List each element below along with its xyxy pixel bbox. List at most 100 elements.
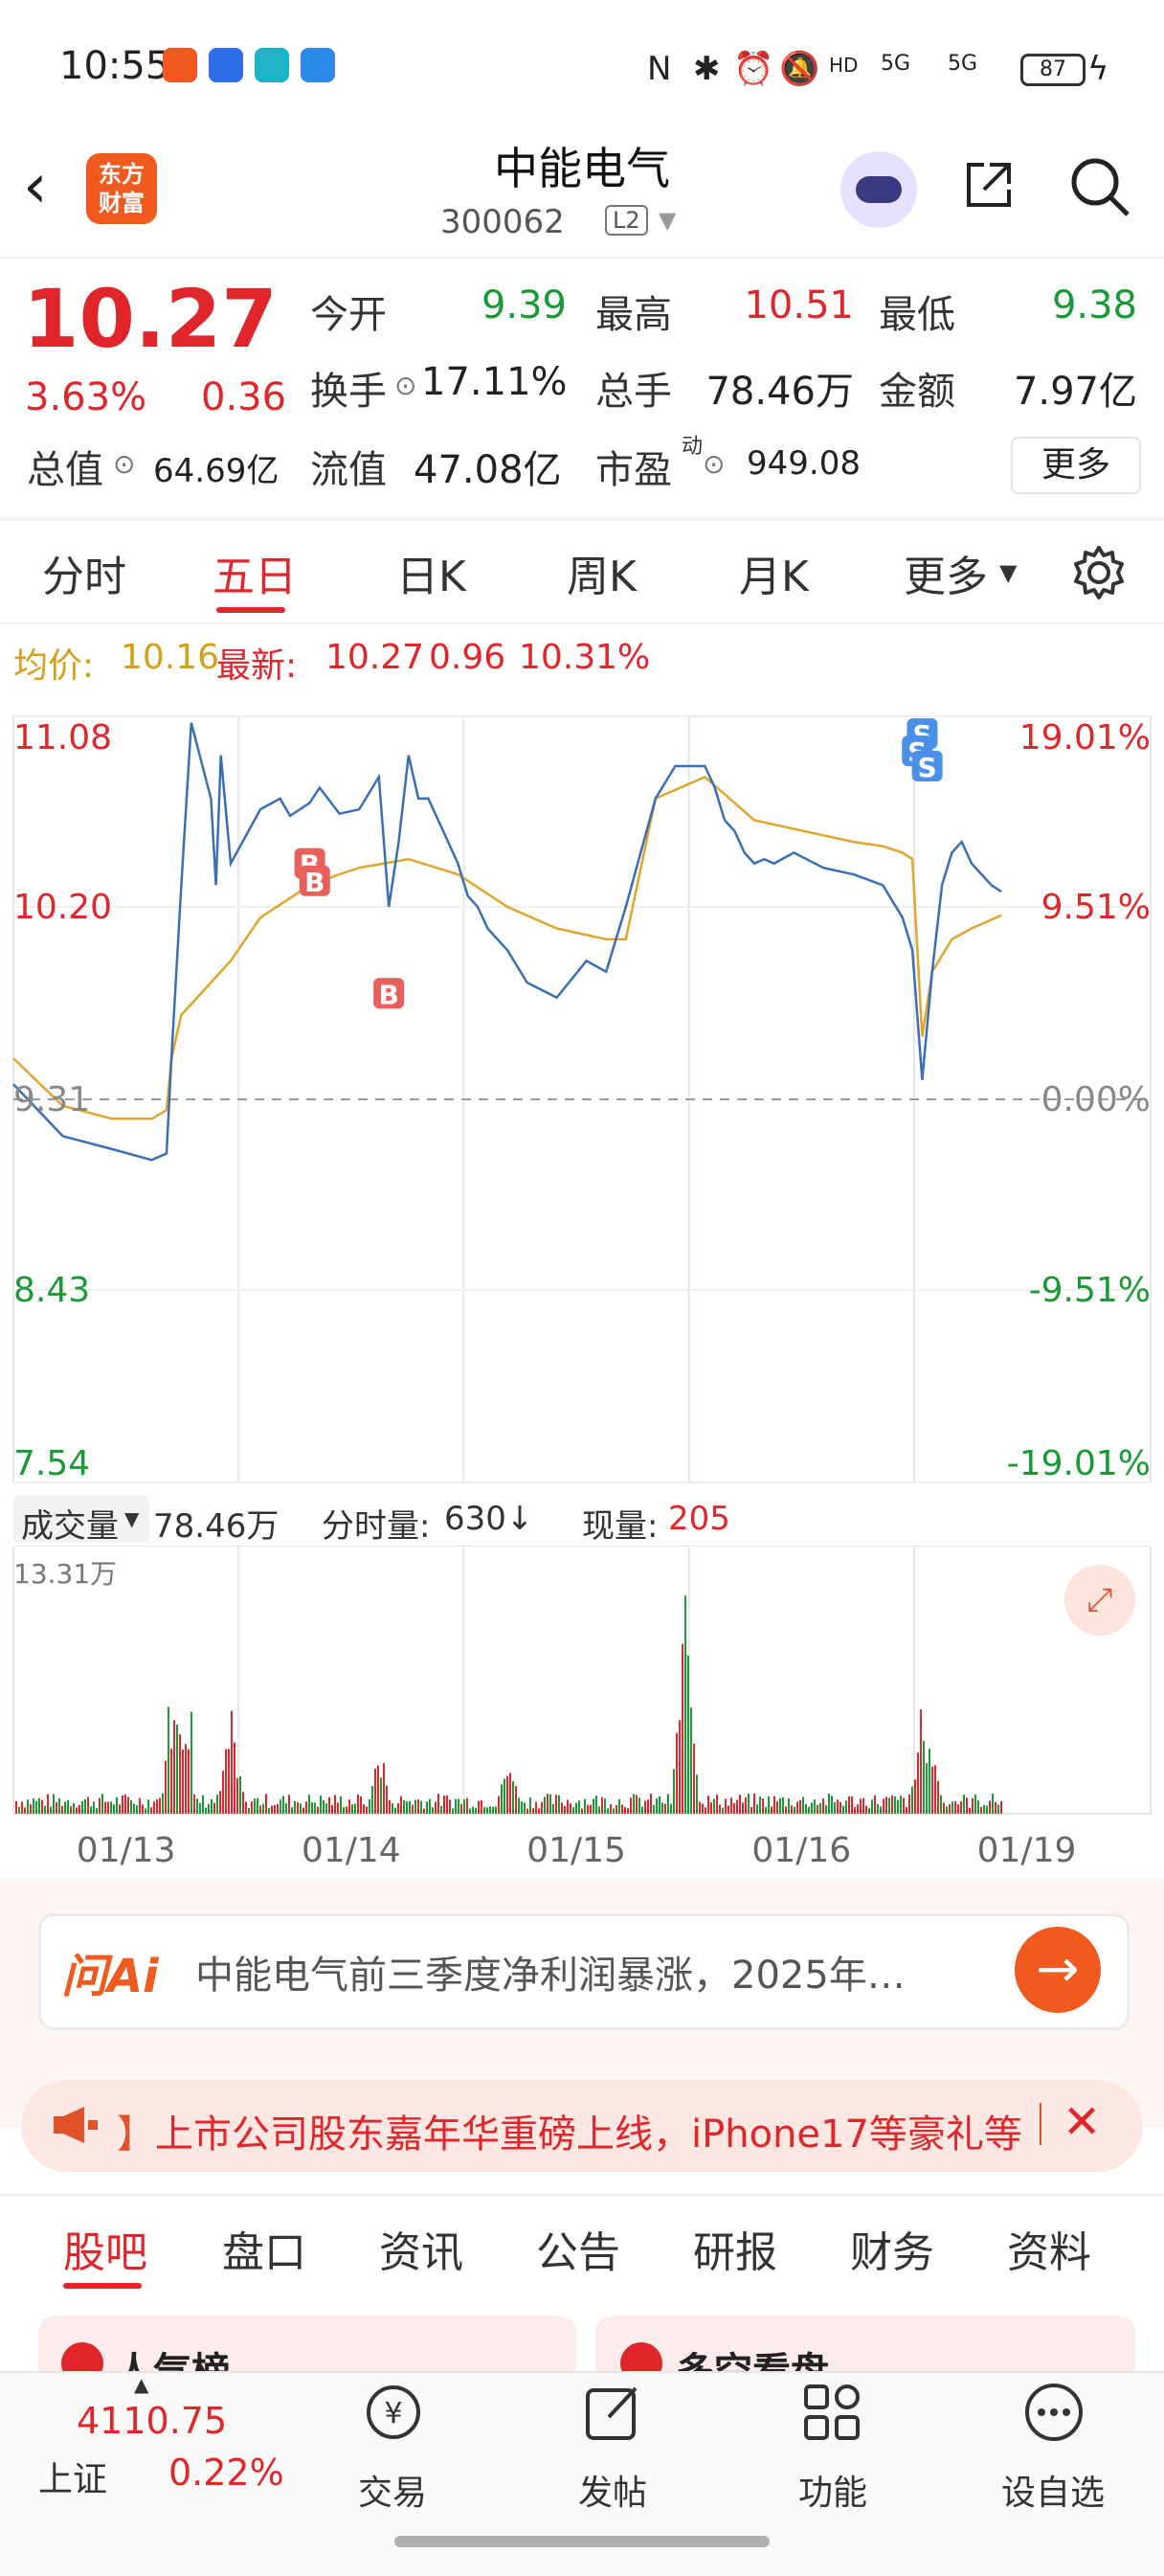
volume-bar [667, 1794, 669, 1814]
tab-research[interactable]: 研报 [693, 2218, 777, 2279]
volume-bar [549, 1794, 551, 1814]
home-indicator[interactable] [394, 2536, 770, 2547]
tab-forum[interactable]: 股吧 [63, 2218, 147, 2279]
trade-icon[interactable]: ¥ [360, 2379, 427, 2446]
volume-bar [969, 1807, 971, 1814]
tab-five-day[interactable]: 五日 [213, 542, 297, 603]
volume-bar [920, 1708, 922, 1814]
volume-bar [773, 1796, 775, 1814]
gear-icon[interactable] [1070, 544, 1128, 601]
volume-chart[interactable]: 01/13 01/14 01/15 01/16 01/19 [0, 1546, 1164, 1881]
divider [0, 517, 1164, 521]
volume-bar [753, 1793, 755, 1814]
volume-bar [710, 1802, 712, 1814]
volume-bar [136, 1805, 138, 1814]
chevron-down-icon[interactable]: ▼ [659, 207, 676, 234]
x-tick-label: 01/16 [751, 1831, 851, 1870]
y-tick-left: 10.20 [13, 888, 112, 927]
mute-icon: 🔕 [779, 50, 820, 88]
volume-bar [366, 1806, 368, 1814]
search-icon[interactable] [1068, 155, 1131, 218]
nav-functions[interactable]: 功能 [756, 2465, 909, 2515]
info-icon[interactable]: ⊙ [703, 448, 725, 480]
info-icon[interactable]: ⊙ [394, 370, 416, 401]
volume-bar [110, 1801, 112, 1814]
tab-profile[interactable]: 资料 [1007, 2218, 1091, 2279]
volume-bar [380, 1777, 382, 1814]
info-icon[interactable]: ⊙ [113, 448, 135, 480]
volume-bar [208, 1803, 210, 1814]
trade-marker-label: S [918, 752, 937, 783]
more-dots-icon[interactable] [1020, 2379, 1087, 2446]
close-icon[interactable]: ✕ [1063, 2095, 1101, 2149]
nav-trade[interactable]: 交易 [316, 2465, 469, 2515]
volume-bar [756, 1804, 758, 1814]
volume-bar [854, 1807, 856, 1814]
turnover-value: 17.11% [421, 360, 568, 404]
tab-monthly-k[interactable]: 月K [739, 542, 809, 603]
volume-bar [294, 1800, 296, 1814]
tab-order-book[interactable]: 盘口 [222, 2218, 306, 2279]
volume-panel-label[interactable]: 成交量 [21, 1500, 119, 1547]
popularity-title[interactable]: 人气榜 [115, 2340, 230, 2371]
index-value[interactable]: 4110.75 [77, 2400, 227, 2442]
tab-weekly-k[interactable]: 周K [567, 542, 637, 603]
back-button[interactable]: ‹ [23, 153, 71, 220]
chevron-down-icon[interactable]: ▼ [124, 1507, 139, 1530]
volume-bar [41, 1799, 43, 1814]
tab-finance[interactable]: 财务 [850, 2218, 934, 2279]
volume-bar [501, 1784, 503, 1814]
price-chart[interactable]: 11.08 19.01% 10.20 9.51% 9.31 0.00% 8.43 -9.51%… [0, 670, 1164, 1494]
volume-bar [24, 1807, 26, 1814]
volume-bar [113, 1804, 115, 1814]
volume-bar [288, 1795, 290, 1814]
change-value: 0.36 [201, 375, 287, 419]
volume-bar [845, 1800, 847, 1814]
nav-post[interactable]: 发帖 [536, 2465, 689, 2515]
tab-news[interactable]: 资讯 [379, 2218, 463, 2279]
bull-bear-title[interactable]: 多空看盘 [676, 2340, 829, 2371]
more-button[interactable]: 更多 [1011, 437, 1141, 494]
volume-bar [323, 1800, 325, 1814]
volume-bar [176, 1724, 178, 1814]
index-name[interactable]: 上证 [38, 2452, 107, 2501]
tab-announcements[interactable]: 公告 [536, 2218, 620, 2279]
volume-bar [472, 1806, 474, 1814]
volume-bar [403, 1799, 405, 1814]
open-value: 9.39 [481, 283, 567, 328]
chevron-up-icon[interactable]: ▲ [134, 2373, 148, 2396]
share-icon[interactable] [961, 157, 1017, 213]
volume-bar [446, 1795, 448, 1814]
volume-bar [638, 1797, 640, 1814]
svg-text:¥: ¥ [384, 2397, 402, 2430]
volume-bar [578, 1800, 580, 1814]
signal-icon: 5G [881, 52, 911, 76]
tab-intraday[interactable]: 分时 [42, 542, 126, 603]
volume-bar [357, 1794, 359, 1814]
volume-bar [819, 1802, 821, 1814]
nav-watchlist[interactable]: 设自选 [976, 2465, 1130, 2515]
volume-bar [518, 1797, 520, 1814]
stock-code[interactable]: 300062 [440, 203, 565, 241]
volume-bar [122, 1795, 123, 1814]
tab-more[interactable]: 更多 [904, 542, 988, 603]
index-percent[interactable]: 0.22% [168, 2452, 284, 2494]
tab-daily-k[interactable]: 日K [396, 542, 466, 603]
volume-bar [722, 1807, 724, 1814]
level2-badge[interactable]: L2 [605, 205, 648, 236]
grid-icon[interactable] [798, 2379, 865, 2446]
volume-bar [644, 1800, 646, 1814]
notice-text[interactable]: 上市公司股东嘉年华重磅上线，iPhone17等豪礼等 [155, 2103, 1036, 2158]
ai-prompt-text[interactable]: 中能电气前三季度净利润暴涨，2025年… [195, 1944, 999, 2000]
turnover-label: 换手 [310, 370, 387, 414]
volume-bar [584, 1798, 586, 1814]
expand-icon[interactable]: ⤢ [1064, 1565, 1135, 1636]
compose-icon[interactable] [580, 2379, 647, 2446]
volume-bar [567, 1799, 569, 1814]
stock-name: 中能电气 [494, 143, 670, 194]
arrow-right-icon[interactable]: → [1015, 1927, 1101, 2013]
chevron-down-icon[interactable]: ▼ [999, 559, 1017, 586]
volume-bar [954, 1800, 956, 1814]
volume-bar [906, 1807, 907, 1814]
volume-bar [512, 1781, 514, 1814]
